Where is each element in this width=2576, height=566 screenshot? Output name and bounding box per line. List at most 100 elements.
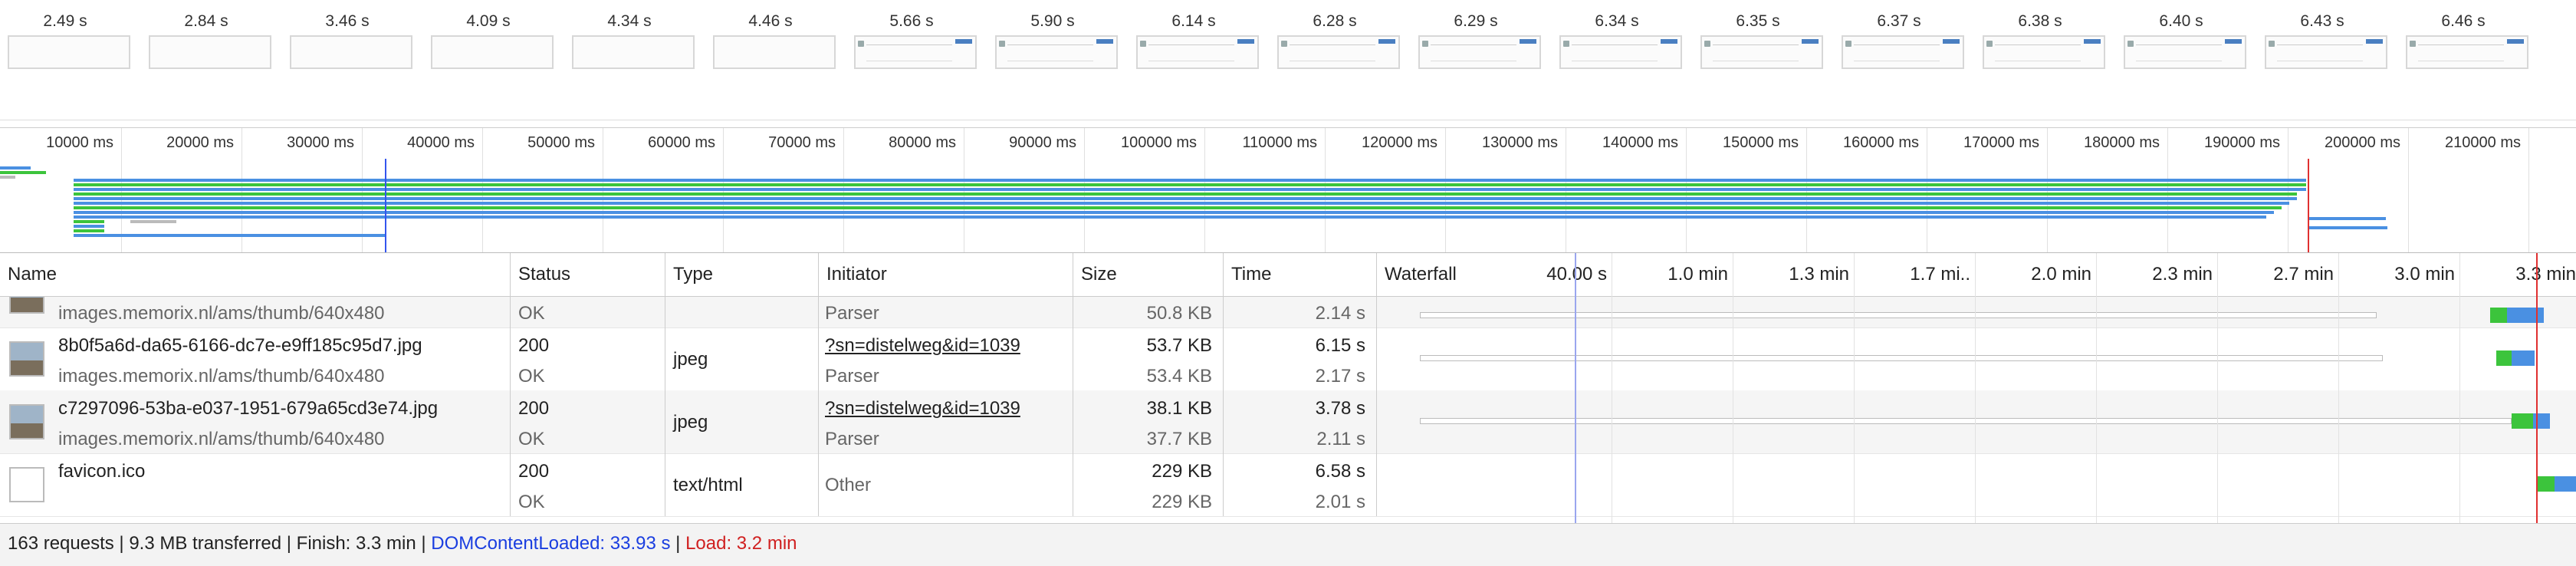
column-header-name[interactable]: Name — [0, 253, 511, 296]
content-lines — [2418, 44, 2504, 61]
content-lines — [2136, 44, 2222, 61]
name-cell[interactable]: images.memorix.nl/ams/thumb/640x480 — [0, 297, 511, 327]
thumbnail-ground — [11, 423, 43, 438]
content-lines — [1995, 44, 2081, 61]
filmstrip-frame[interactable]: 6.35 s — [1693, 0, 1823, 120]
frame-thumbnail — [572, 35, 695, 69]
frame-time: 6.38 s — [2018, 12, 2062, 30]
filmstrip-frame[interactable]: 4.46 s — [705, 0, 836, 120]
filmstrip-frame[interactable]: 6.14 s — [1129, 0, 1259, 120]
waterfall-gridline — [2096, 253, 2097, 296]
network-table-header: Name Status Type Initiator Size Time Wat… — [0, 253, 2576, 297]
overview-request-bar — [74, 197, 2297, 200]
name-cell[interactable]: 8b0f5a6d-da65-6166-dc7e-e9ff185c95d7.jpg… — [0, 327, 511, 390]
content-lines — [1290, 44, 1375, 61]
overview-tick-label: 130000 ms — [1482, 134, 1558, 151]
filmstrip-frame[interactable]: 4.34 s — [564, 0, 695, 120]
frame-time: 6.28 s — [1313, 12, 1357, 30]
request-list[interactable]: images.memorix.nl/ams/thumb/640x480 OK jpe… — [0, 297, 2576, 523]
menu-bar — [1237, 39, 1254, 44]
overview-timeline[interactable]: 10000 ms 20000 ms 30000 ms 40000 ms 50000 ms… — [0, 127, 2576, 253]
column-header-type[interactable]: Type — [665, 253, 819, 296]
load-text: Load: 3.2 min — [685, 533, 797, 554]
thumbnail-sky — [11, 406, 43, 424]
table-row[interactable]: images.memorix.nl/ams/thumb/640x480 OK jpe… — [0, 297, 2576, 328]
filmstrip-frame[interactable]: 5.90 s — [987, 0, 1118, 120]
filmstrip-frame[interactable]: 6.43 s — [2257, 0, 2387, 120]
overview-tick-label: 10000 ms — [46, 134, 113, 151]
table-row[interactable]: favicon.ico 200 OK text/html Other 229 KB 229 … — [0, 453, 2576, 517]
filmstrip-frame[interactable]: 6.40 s — [2116, 0, 2246, 120]
logo-icon — [999, 41, 1005, 47]
filmstrip-frame[interactable]: 6.34 s — [1552, 0, 1682, 120]
content-lines — [1713, 44, 1799, 61]
column-header-waterfall[interactable]: Waterfall — [1377, 253, 1500, 296]
filmstrip-frame[interactable]: 6.38 s — [1975, 0, 2105, 120]
waterfall-gridline — [2338, 253, 2339, 296]
overview-tick-label: 70000 ms — [768, 134, 836, 151]
waterfall-queue-bar — [1420, 312, 2377, 318]
frame-thumbnail — [431, 35, 554, 69]
overview-request-bar — [74, 234, 385, 237]
thumbnail-ground — [11, 360, 43, 375]
time-total: 6.15 s — [1315, 335, 1365, 356]
table-row[interactable]: c7297096-53ba-e037-1951-679a65cd3e74.jpg… — [0, 390, 2576, 454]
initiator-cell: Other — [819, 453, 1073, 516]
frame-time: 6.29 s — [1454, 12, 1498, 30]
filmstrip-frame[interactable]: 4.09 s — [423, 0, 554, 120]
frame-time: 4.46 s — [748, 12, 793, 30]
initiator-cell: ?sn=distelweg&id=1039 Parser — [819, 390, 1073, 453]
logo-icon — [2128, 41, 2134, 47]
frame-time: 6.40 s — [2159, 12, 2203, 30]
status-code: 200 — [518, 461, 550, 482]
overview-tick-label: 20000 ms — [166, 134, 234, 151]
status-bar: 163 requests | 9.3 MB transferred | Fini… — [0, 523, 2576, 566]
initiator-link[interactable]: ?sn=distelweg&id=1039 — [825, 335, 1020, 357]
overview-request-bar — [74, 188, 2306, 191]
filmstrip-frame[interactable]: 6.46 s — [2398, 0, 2528, 120]
column-header-time[interactable]: Time — [1224, 253, 1377, 296]
column-header-size[interactable]: Size — [1073, 253, 1224, 296]
filmstrip-frame[interactable]: 2.84 s — [141, 0, 271, 120]
overview-tick-label: 170000 ms — [1963, 134, 2039, 151]
frame-time: 6.35 s — [1736, 12, 1780, 30]
filmstrip-frame[interactable]: 2.49 s — [0, 0, 130, 120]
size-resource: 37.7 KB — [1146, 429, 1212, 449]
size-transferred: 53.7 KB — [1146, 335, 1212, 356]
status-code: 200 — [518, 335, 550, 356]
column-header-initiator[interactable]: Initiator — [819, 253, 1073, 296]
waterfall-tick-label: 3.0 min — [2394, 264, 2455, 285]
initiator-link[interactable]: ?sn=distelweg&id=1039 — [825, 398, 1020, 420]
frame-time: 4.34 s — [607, 12, 652, 30]
domcontentloaded-marker — [385, 159, 386, 252]
name-cell[interactable]: c7297096-53ba-e037-1951-679a65cd3e74.jpg… — [0, 390, 511, 453]
overview-tick-label: 110000 ms — [1242, 134, 1317, 151]
filmstrip-frame[interactable]: 5.66 s — [846, 0, 977, 120]
overview-request-bar — [74, 225, 104, 228]
filmstrip-frame[interactable]: 6.37 s — [1834, 0, 1964, 120]
frame-time: 4.09 s — [466, 12, 511, 30]
waterfall-tick-label: 1.3 min — [1789, 264, 1849, 285]
domcontentloaded-text: DOMContentLoaded: 33.93 s — [431, 533, 671, 554]
table-row[interactable]: 8b0f5a6d-da65-6166-dc7e-e9ff185c95d7.jpg… — [0, 327, 2576, 391]
type-value: text/html — [673, 475, 743, 495]
status-text: OK — [518, 429, 545, 449]
overview-tick-label: 50000 ms — [527, 134, 595, 151]
request-domain: images.memorix.nl/ams/thumb/640x480 — [58, 429, 385, 449]
filmstrip-frame[interactable]: 6.28 s — [1270, 0, 1400, 120]
column-header-status[interactable]: Status — [511, 253, 665, 296]
overview-request-bar — [74, 183, 2306, 186]
menu-bar — [1096, 39, 1113, 44]
status-cell: 200 OK — [511, 453, 665, 516]
initiator-type: Parser — [825, 366, 879, 387]
filmstrip-frame[interactable]: 3.46 s — [282, 0, 412, 120]
name-cell[interactable]: favicon.ico — [0, 453, 511, 516]
filmstrip-frame[interactable]: 6.29 s — [1411, 0, 1541, 120]
request-name: favicon.ico — [58, 461, 146, 482]
content-lines — [1572, 44, 1658, 61]
type-value: jpeg — [673, 412, 708, 433]
status-cell: 200 OK — [511, 390, 665, 453]
logo-icon — [1281, 41, 1287, 47]
request-domain: images.memorix.nl/ams/thumb/640x480 — [58, 303, 385, 324]
waterfall-queue-bar — [1420, 418, 2512, 424]
